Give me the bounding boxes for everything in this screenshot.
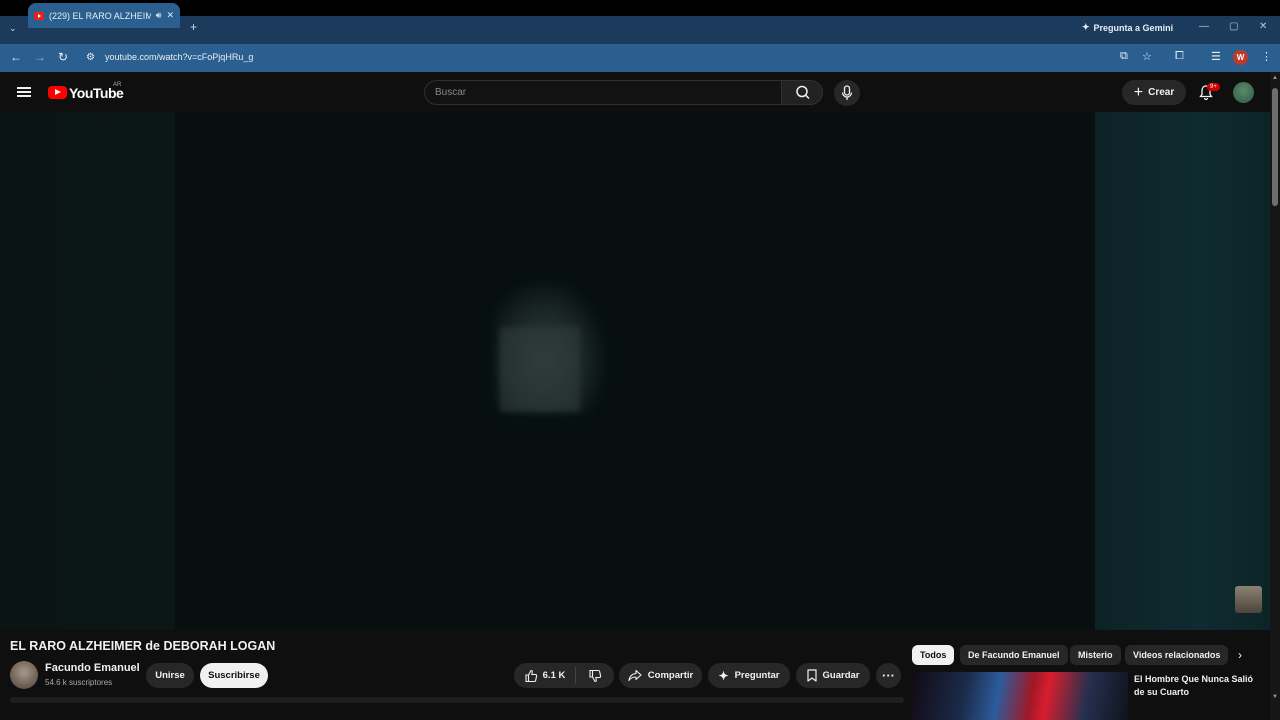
save-button[interactable]: Guardar [796,663,870,688]
search-icon [796,85,810,100]
install-app-icon[interactable]: ⧉ [1120,50,1128,63]
speaker-icon[interactable]: 🔊︎ [156,10,162,21]
sparkle-icon: ✦ [718,668,729,683]
tab-search-chevron-icon[interactable]: ⌄ [9,23,17,34]
reload-icon[interactable]: ↻ [58,50,68,64]
related-video-title[interactable]: El Hombre Que Nunca Salió de su Cuarto [1134,673,1264,699]
video-title: EL RARO ALZHEIMER de DEBORAH LOGAN [10,639,276,653]
chip-de-facundo-emanuel[interactable]: De Facundo Emanuel [960,645,1068,665]
gemini-button[interactable]: ✦ Pregunta a Gemini [1082,22,1173,33]
media-controls-icon[interactable]: ☰ [1211,50,1221,63]
video-right-shade [1095,112,1270,630]
account-avatar[interactable] [1233,82,1254,103]
thumbs-down-icon [589,669,602,682]
channel-watermark[interactable] [1235,586,1262,613]
create-label: Crear [1148,87,1175,98]
chip-todos[interactable]: Todos [912,645,955,665]
address-url[interactable]: youtube.com/watch?v=cFoPjqHRu_g [105,52,253,62]
more-horizontal-icon: ··· [882,668,895,683]
chip-videos-relacionados[interactable]: Videos relacionados [1125,645,1229,665]
chips-next-chevron-icon[interactable]: › [1238,648,1242,662]
minimize-icon[interactable]: — [1199,21,1209,32]
forward-arrow-icon[interactable]: → [34,50,46,64]
youtube-favicon-icon [34,11,44,20]
more-actions-button[interactable]: ··· [876,663,901,688]
thumbs-up-icon [525,669,537,682]
like-button[interactable]: 6.1 K [514,667,576,684]
browser-profile-avatar[interactable]: W [1233,50,1248,65]
maximize-icon[interactable]: ▢ [1229,21,1238,32]
video-player[interactable] [0,112,1270,630]
gemini-sparkle-icon: ✦ [1082,22,1090,32]
video-frame-figure-body [500,327,580,412]
share-arrow-icon [628,669,642,682]
ask-button[interactable]: ✦ Preguntar [708,663,790,688]
site-info-icon[interactable]: ⚙ [86,52,95,63]
scrollbar-thumb[interactable] [1272,88,1278,206]
subscribe-button[interactable]: Suscribirse [200,663,268,688]
youtube-logo-icon[interactable] [48,86,67,99]
notifications-badge: 9+ [1207,83,1220,91]
related-video-thumbnail[interactable] [912,672,1128,720]
tab-close-icon[interactable]: ✕ [166,10,174,21]
country-code: AR [113,82,122,88]
browser-tab[interactable]: (229) EL RARO ALZHEIMER 🔊︎ ✕ [28,3,180,28]
scroll-up-icon[interactable]: ▲ [1272,75,1278,81]
save-label: Guardar [822,670,860,681]
channel-name[interactable]: Facundo Emanuel [45,662,140,674]
video-left-shade [0,112,175,630]
guide-menu-icon[interactable] [17,87,31,97]
share-label: Compartir [647,670,694,681]
gemini-label: Pregunta a Gemini [1093,22,1174,33]
search-button[interactable] [781,80,823,105]
subscriber-count: 54.6 k suscriptores [45,678,113,687]
window-close-icon[interactable]: ✕ [1259,21,1267,32]
plus-icon: + [1133,83,1144,101]
ask-label: Preguntar [734,670,780,681]
browser-menu-icon[interactable]: ⋮ [1261,50,1272,63]
bookmark-star-icon[interactable]: ☆ [1142,50,1152,63]
share-button[interactable]: Compartir [619,663,702,688]
voice-search-button[interactable] [834,80,860,106]
description-box-edge [10,697,904,703]
channel-avatar[interactable] [10,661,38,689]
search-input[interactable]: Buscar [424,80,782,105]
chip-misterio[interactable]: Misterio [1070,645,1121,665]
dislike-button[interactable] [576,669,614,683]
microphone-icon [841,85,853,100]
like-count: 6.1 K [542,670,566,681]
join-button[interactable]: Unirse [146,663,194,688]
window-top-edge [0,0,1280,16]
back-arrow-icon[interactable]: ← [10,50,22,64]
new-tab-button[interactable]: + [190,20,197,34]
bookmark-icon [806,669,817,682]
create-button[interactable]: + Crear [1122,80,1186,105]
like-dislike-group: 6.1 K [514,663,614,688]
scroll-down-icon[interactable]: ▼ [1272,694,1278,700]
extensions-icon[interactable]: ⧠ [1175,50,1184,63]
tab-title: (229) EL RARO ALZHEIMER [49,10,151,21]
